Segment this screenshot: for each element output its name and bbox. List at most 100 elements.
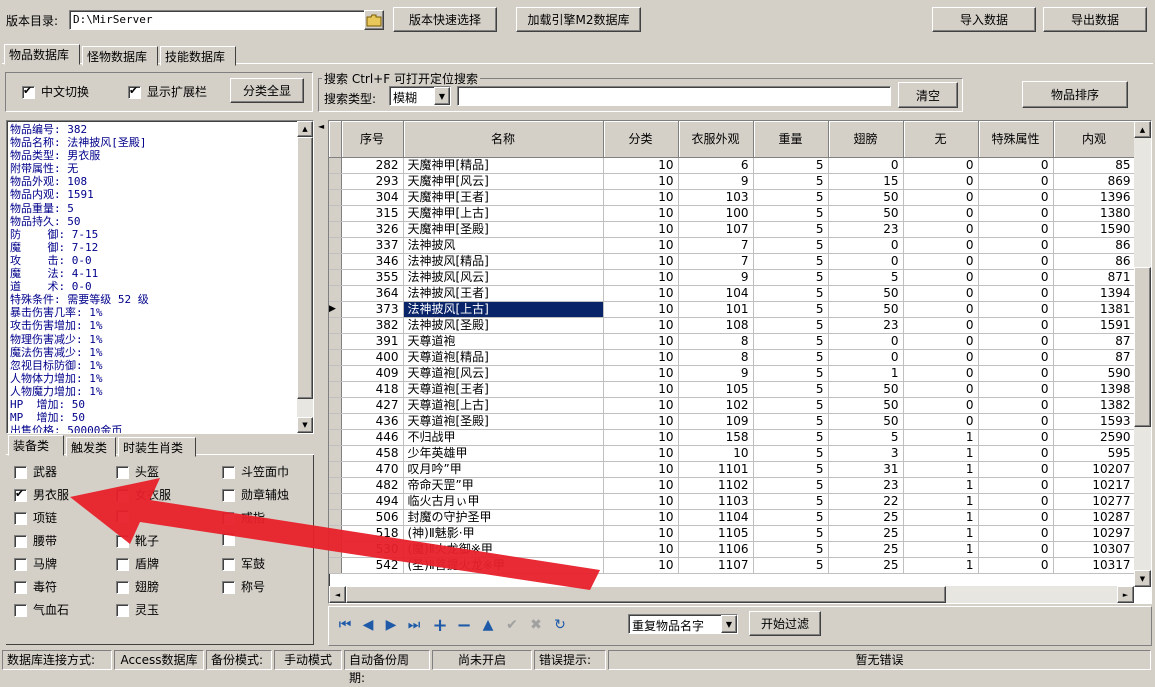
table-row[interactable]: 470 叹月吟”甲 10 1101 5 31 1 0 10207 (329, 461, 1136, 478)
items-grid[interactable]: 序号 名称 分类 衣服外观 重量 翅膀无特殊属性 内观 282 天魔神甲[精品] 10 6 5 0 0 0… (328, 120, 1152, 604)
last-record-icon[interactable]: ⏭ (405, 616, 423, 634)
scroll-left-icon[interactable]: ◄ (329, 586, 346, 603)
next-record-icon[interactable]: ▶ (382, 616, 400, 634)
table-row[interactable]: 482 帝命天罡”甲 10 1102 5 23 1 0 10217 (329, 477, 1136, 494)
hscroll-thumb[interactable] (346, 586, 946, 603)
scroll-right-icon[interactable]: ► (1117, 586, 1134, 603)
chevron-down-icon[interactable]: ▼ (721, 615, 737, 633)
tab-equipment[interactable]: 装备类 (8, 435, 64, 456)
collapse-left-icon[interactable]: ◄ (318, 122, 324, 131)
tab-trigger[interactable]: 触发类 (66, 437, 116, 457)
category-checkbox[interactable]: 靴子 (116, 532, 159, 549)
chinese-switch-checkbox[interactable]: 中文切换 (22, 83, 89, 100)
category-checkbox[interactable]: 勋章辅烛 (222, 486, 289, 503)
show-ext-checkbox[interactable]: 显示扩展栏 (128, 83, 207, 100)
category-checkbox[interactable]: 腰带 (14, 532, 57, 549)
insert-record-icon[interactable]: + (431, 615, 449, 636)
table-row[interactable]: ▶ 373 法神披风[上古] 10 101 5 50 0 0 1381 (329, 301, 1136, 318)
scroll-up-icon[interactable]: ▲ (297, 121, 313, 137)
column-header[interactable]: 翅膀 (828, 121, 904, 158)
table-row[interactable]: 446 不归战甲 10 158 5 5 1 0 2590 (329, 429, 1136, 446)
start-filter-button[interactable]: 开始过滤 (749, 611, 821, 636)
tab-skill-db[interactable]: 技能数据库 (160, 46, 236, 66)
table-row[interactable]: 346 法神披风[精品] 10 7 5 0 0 0 86 (329, 253, 1136, 270)
table-row[interactable]: 530 (魔)Ⅱ火龙御※甲 10 1106 5 25 1 0 10307 (329, 541, 1136, 558)
cancel-x-icon[interactable]: ✖ (527, 616, 545, 634)
show-all-categories-button[interactable]: 分类全显 (230, 78, 304, 103)
table-row[interactable]: 304 天魔神甲[王者] 10 103 5 50 0 0 1396 (329, 189, 1136, 206)
search-type-select[interactable]: 模糊 ▼ (389, 86, 451, 106)
quick-select-button[interactable]: 版本快速选择 (393, 7, 497, 32)
category-checkbox[interactable]: 毒符 (14, 578, 57, 595)
chevron-down-icon[interactable]: ▼ (434, 87, 450, 105)
table-row[interactable]: 418 天尊道袍[王者] 10 105 5 50 0 0 1398 (329, 381, 1136, 398)
table-row[interactable]: 293 天魔神甲[风云] 10 9 5 15 0 0 869 (329, 173, 1136, 190)
column-header[interactable]: 特殊属性 (978, 121, 1054, 158)
search-input[interactable] (457, 86, 891, 106)
prior-record-icon[interactable]: ◀ (359, 616, 377, 634)
column-header[interactable]: 序号 (341, 121, 404, 158)
clear-button[interactable]: 清空 (898, 82, 958, 108)
table-row[interactable]: 506 封魔の守护圣甲 10 1104 5 25 1 0 10287 (329, 509, 1136, 526)
tab-monster-db[interactable]: 怪物数据库 (82, 46, 158, 66)
table-row[interactable]: 494 临火古月ぃ甲 10 1103 5 22 1 0 10277 (329, 493, 1136, 510)
table-row[interactable]: 400 天尊道袍[精品] 10 8 5 0 0 0 87 (329, 349, 1136, 366)
category-checkbox[interactable]: 马牌 (14, 555, 57, 572)
column-header[interactable]: 衣服外观 (678, 121, 754, 158)
column-header[interactable]: 分类 (603, 121, 679, 158)
import-button[interactable]: 导入数据 (932, 7, 1036, 32)
column-header[interactable]: 无 (903, 121, 979, 158)
category-checkbox[interactable]: 盾牌 (116, 555, 159, 572)
category-checkbox[interactable] (222, 532, 241, 546)
table-row[interactable]: 315 天魔神甲[上古] 10 100 5 50 0 0 1380 (329, 205, 1136, 222)
scroll-down-icon[interactable]: ▼ (297, 417, 313, 433)
column-header[interactable]: 内观 (1053, 121, 1136, 158)
table-row[interactable]: 436 天尊道袍[圣殿] 10 109 5 50 0 0 1593 (329, 413, 1136, 430)
table-row[interactable]: 382 法神披风[圣殿] 10 108 5 23 0 0 1591 (329, 317, 1136, 334)
tab-item-db[interactable]: 物品数据库 (4, 44, 80, 65)
scroll-thumb[interactable] (1134, 267, 1151, 427)
folder-browse-button[interactable] (364, 10, 384, 30)
first-record-icon[interactable]: ⏮ (336, 616, 354, 634)
grid-vscrollbar[interactable]: ▲ ▼ (1134, 121, 1151, 587)
load-engine-button[interactable]: 加载引擎M2数据库 (516, 7, 641, 32)
category-checkbox[interactable]: 翅膀 (116, 578, 159, 595)
table-row[interactable]: 326 天魔神甲[圣殿] 10 107 5 23 0 0 1590 (329, 221, 1136, 238)
table-row[interactable]: 518 (神)Ⅱ魅影·甲 10 1105 5 25 1 0 10297 (329, 525, 1136, 542)
filter-type-select[interactable]: 重复物品名字 ▼ (628, 614, 738, 634)
category-checkbox[interactable]: 头盔 (116, 463, 159, 480)
refresh-icon[interactable]: ↻ (551, 616, 569, 634)
category-checkbox[interactable]: 武器 (14, 463, 57, 480)
grid-hscrollbar[interactable]: ◄ ► (329, 586, 1134, 603)
category-checkbox[interactable]: 女衣服 (116, 486, 171, 503)
category-checkbox[interactable]: 斗笠面巾 (222, 463, 289, 480)
column-header[interactable]: 名称 (403, 121, 604, 158)
table-row[interactable]: 355 法神披风[风云] 10 9 5 5 0 0 871 (329, 269, 1136, 286)
category-checkbox[interactable]: 戒指 (222, 509, 265, 526)
scroll-up-icon[interactable]: ▲ (1134, 121, 1151, 138)
table-row[interactable]: 427 天尊道袍[上古] 10 102 5 50 0 0 1382 (329, 397, 1136, 414)
delete-record-icon[interactable]: − (455, 615, 473, 636)
table-row[interactable]: 458 少年英雄甲 10 10 5 3 1 0 595 (329, 445, 1136, 462)
scroll-down-icon[interactable]: ▼ (1134, 570, 1151, 587)
category-checkbox[interactable]: 男衣服 (14, 486, 69, 503)
info-scrollbar[interactable]: ▲ ▼ (297, 121, 313, 433)
table-row[interactable]: 282 天魔神甲[精品] 10 6 5 0 0 0 85 (329, 157, 1136, 174)
post-check-icon[interactable]: ✔ (503, 616, 521, 634)
edit-record-icon[interactable]: ▲ (479, 616, 497, 634)
column-header[interactable]: 重量 (753, 121, 829, 158)
scroll-thumb[interactable] (297, 137, 313, 399)
table-row[interactable]: 542 (圣)Ⅱ菩提火龙※甲 10 1107 5 25 1 0 10317 (329, 557, 1136, 574)
dir-input[interactable]: D:\MirServer (69, 10, 365, 30)
category-checkbox[interactable]: 灵玉 (116, 601, 159, 618)
table-row[interactable]: 391 天尊道袍 10 8 5 0 0 0 87 (329, 333, 1136, 350)
table-row[interactable]: 364 法神披风[王者] 10 104 5 50 0 0 1394 (329, 285, 1136, 302)
category-checkbox[interactable]: 项链 (14, 509, 57, 526)
sort-items-button[interactable]: 物品排序 (1022, 81, 1128, 108)
splitter[interactable]: ◄ (316, 120, 326, 650)
category-checkbox[interactable]: 气血石 (14, 601, 69, 618)
export-button[interactable]: 导出数据 (1043, 7, 1147, 32)
table-row[interactable]: 409 天尊道袍[风云] 10 9 5 1 0 0 590 (329, 365, 1136, 382)
table-row[interactable]: 337 法神披风 10 7 5 0 0 0 86 (329, 237, 1136, 254)
tab-fashion[interactable]: 时装生肖类 (118, 437, 196, 457)
